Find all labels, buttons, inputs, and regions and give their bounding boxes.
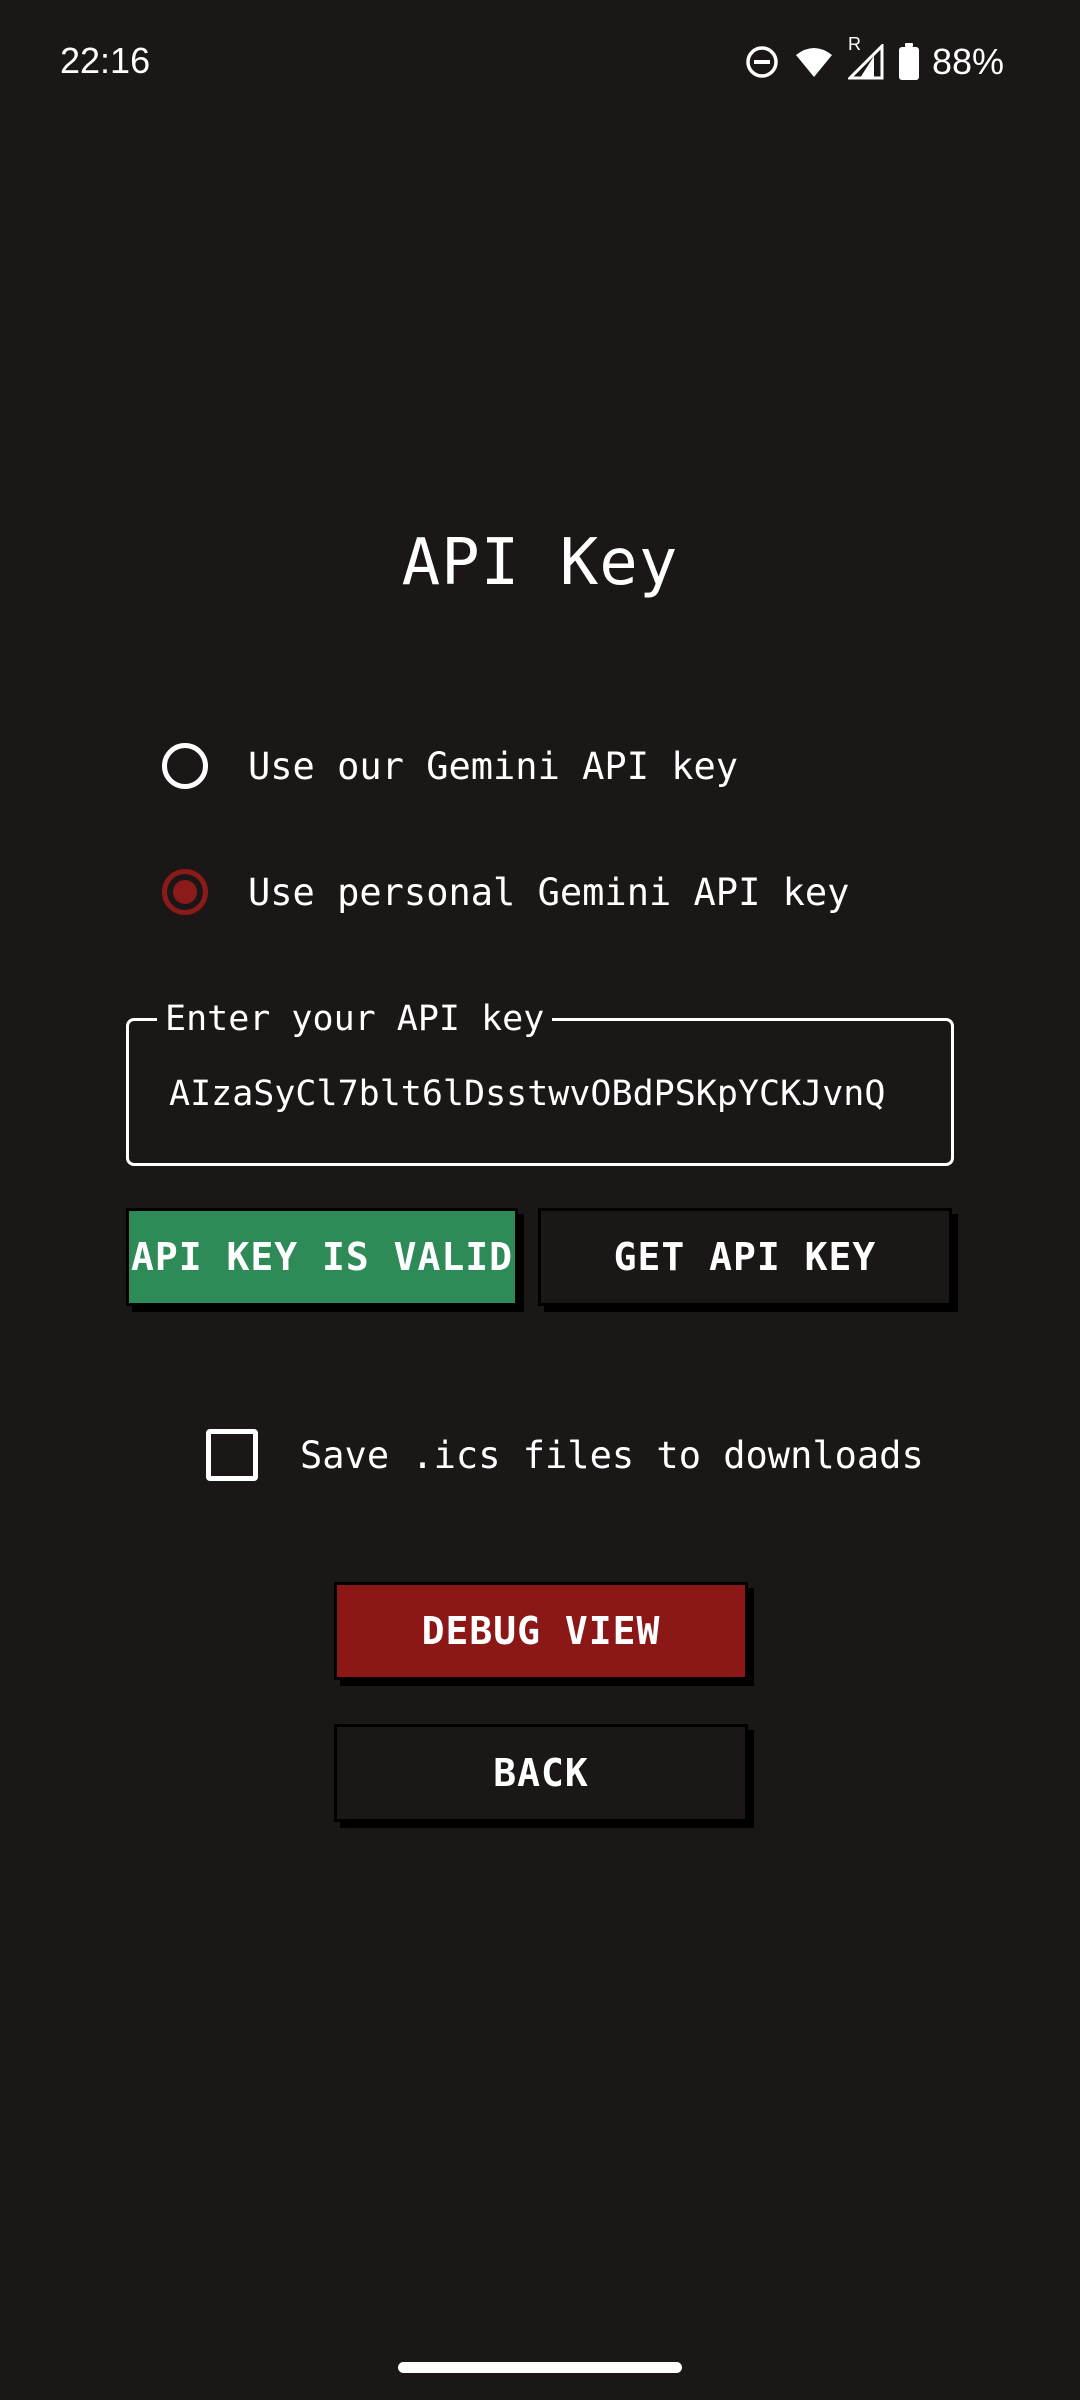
roaming-indicator: R — [847, 34, 861, 54]
radio-button-unselected[interactable] — [162, 743, 208, 789]
api-key-input[interactable] — [169, 1069, 905, 1119]
wifi-icon — [794, 45, 834, 79]
page-title: API Key — [401, 526, 679, 600]
debug-view-button[interactable]: DEBUG VIEW — [334, 1582, 748, 1680]
status-icons: R 88% — [744, 34, 1004, 84]
api-key-valid-button[interactable]: API KEY IS VALID — [126, 1208, 518, 1306]
cell-signal-icon: R — [847, 34, 884, 80]
radio-use-our-key[interactable]: Use our Gemini API key — [162, 736, 738, 796]
save-ics-checkbox-row[interactable]: Save .ics files to downloads — [206, 1428, 924, 1482]
do-not-disturb-icon — [744, 44, 780, 80]
battery-percentage: 88% — [931, 41, 1004, 82]
battery-icon — [898, 43, 920, 81]
radio-use-personal-key[interactable]: Use personal Gemini API key — [162, 862, 849, 922]
save-ics-label: Save .ics files to downloads — [300, 1433, 924, 1477]
radio-label-use-our-key: Use our Gemini API key — [248, 744, 739, 788]
radio-label-use-personal-key: Use personal Gemini API key — [248, 870, 850, 914]
status-bar: 22:16 R 88% — [0, 0, 1080, 128]
radio-button-selected[interactable] — [162, 869, 208, 915]
api-key-field-label: Enter your API key — [157, 997, 553, 1041]
api-key-field[interactable]: Enter your API key — [126, 997, 954, 1166]
back-button[interactable]: BACK — [334, 1724, 748, 1822]
gesture-nav-handle[interactable] — [398, 2362, 682, 2373]
get-api-key-button[interactable]: GET API KEY — [538, 1208, 952, 1306]
status-time: 22:16 — [60, 40, 151, 81]
save-ics-checkbox[interactable] — [206, 1429, 258, 1481]
